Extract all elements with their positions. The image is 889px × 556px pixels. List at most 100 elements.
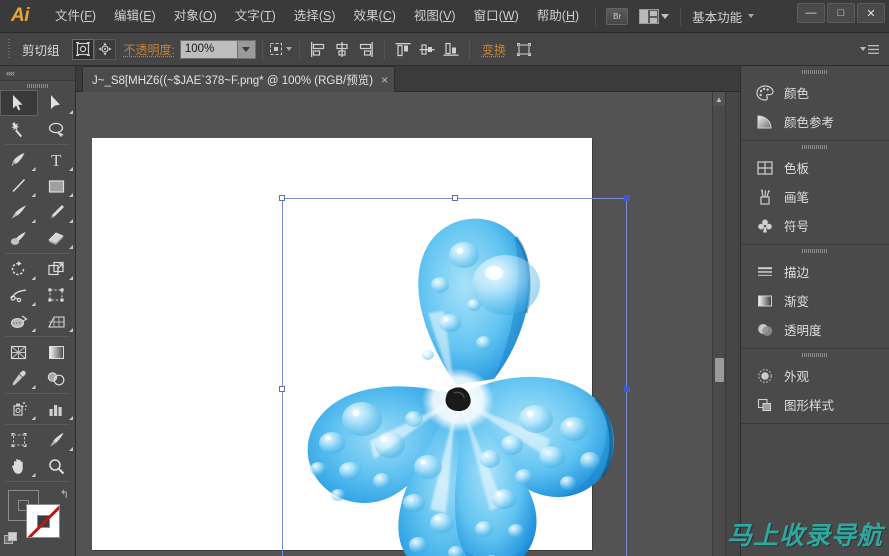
shape-builder-tool[interactable] <box>0 308 38 334</box>
opacity-input[interactable]: 100% <box>179 39 238 59</box>
canvas-area[interactable]: ▲ <box>76 92 725 556</box>
panel-button-brushes[interactable]: 画笔 <box>741 182 889 211</box>
panel-button-color-guide[interactable]: 颜色参考 <box>741 107 889 136</box>
magic-wand-tool[interactable] <box>0 116 38 142</box>
align-to-dropdown[interactable] <box>269 38 293 60</box>
perspective-grid-tool[interactable] <box>38 308 76 334</box>
slice-tool[interactable] <box>38 427 76 453</box>
workspace-chevron-down-icon[interactable] <box>748 14 755 18</box>
selection-handle-top-center[interactable] <box>451 195 458 201</box>
opacity-label[interactable]: 不透明度: <box>124 41 175 58</box>
selection-handle-middle-right[interactable] <box>624 386 630 392</box>
default-fill-stroke-button[interactable] <box>4 532 19 547</box>
panel-dock: 颜色 颜色参考 色板 画笔 符号 描边 渐变 透明度 外观 图形样式 <box>740 66 889 556</box>
maximize-button[interactable]: □ <box>827 3 855 23</box>
blob-brush-tool[interactable] <box>0 225 38 251</box>
line-segment-tool[interactable] <box>0 173 38 199</box>
eyedropper-tool[interactable] <box>0 365 38 391</box>
opacity-dropdown-button[interactable] <box>237 39 256 59</box>
column-graph-icon <box>49 404 62 416</box>
graphic-styles-icon <box>755 396 775 414</box>
free-transform-tool[interactable] <box>38 282 76 308</box>
lasso-tool[interactable] <box>38 116 76 142</box>
panel-button-appearance[interactable]: 外观 <box>741 361 889 390</box>
pen-tool[interactable] <box>0 147 38 173</box>
mesh-tool[interactable] <box>0 339 38 365</box>
artboard-tool[interactable] <box>0 427 38 453</box>
menu-file[interactable]: 文件(F) <box>46 5 105 28</box>
bridge-button[interactable]: Br <box>606 7 629 25</box>
control-panel-menu-button[interactable] <box>860 44 879 55</box>
toolbox-collapse-button[interactable]: «« <box>0 66 75 81</box>
menu-help[interactable]: 帮助(H) <box>528 5 588 28</box>
menu-effect[interactable]: 效果(C) <box>345 5 405 28</box>
edit-contents-button[interactable] <box>93 38 116 60</box>
selection-handle-middle-left[interactable] <box>279 386 285 392</box>
menu-window-mnemonic: W <box>502 8 515 23</box>
fill-swatch[interactable] <box>26 504 60 538</box>
blend-tool[interactable] <box>38 365 76 391</box>
document-tab[interactable]: J~_S8[MHZ6((~$JAE`378~F.png* @ 100% (RGB… <box>82 66 396 92</box>
panel-button-symbols[interactable]: 符号 <box>741 211 889 240</box>
paintbrush-tool[interactable] <box>0 199 38 225</box>
transform-button[interactable]: 变换 <box>476 39 512 60</box>
symbol-sprayer-tool[interactable] <box>0 396 38 422</box>
control-panel-grip[interactable] <box>8 38 14 60</box>
free-transform-button[interactable] <box>512 38 536 60</box>
menu-select[interactable]: 选择(S) <box>285 5 345 28</box>
direct-selection-tool[interactable] <box>38 90 76 116</box>
menu-view[interactable]: 视图(V) <box>405 5 465 28</box>
panel-button-gradient[interactable]: 渐变 <box>741 286 889 315</box>
align-bottom-button[interactable] <box>439 38 463 60</box>
dock-group-swatches-grip[interactable] <box>741 141 889 153</box>
rectangle-tool[interactable] <box>38 173 76 199</box>
align-center-vertical-button[interactable] <box>415 38 439 60</box>
transparency-icon <box>755 321 775 339</box>
menu-object[interactable]: 对象(O) <box>165 5 226 28</box>
dock-group-appearance-grip[interactable] <box>741 349 889 361</box>
dock-group-color-grip[interactable] <box>741 66 889 78</box>
pencil-icon <box>50 205 64 219</box>
type-tool[interactable]: T <box>38 147 76 173</box>
align-left-button[interactable] <box>306 38 330 60</box>
menu-type[interactable]: 文字(T) <box>226 5 285 28</box>
arrange-documents-button[interactable] <box>635 8 673 24</box>
artboard[interactable] <box>92 138 630 556</box>
width-tool[interactable] <box>0 282 38 308</box>
rotate-tool[interactable] <box>0 256 38 282</box>
gradient-tool[interactable] <box>38 339 76 365</box>
menu-edit[interactable]: 编辑(E) <box>105 5 165 28</box>
isolate-selected-object-button[interactable] <box>71 38 94 60</box>
panel-button-color[interactable]: 颜色 <box>741 78 889 107</box>
panel-button-swatches[interactable]: 色板 <box>741 153 889 182</box>
menu-window[interactable]: 窗口(W) <box>465 5 528 28</box>
document-tab-close-icon[interactable]: × <box>381 74 388 86</box>
minimize-button[interactable]: — <box>797 3 825 23</box>
close-button[interactable]: ✕ <box>857 3 885 23</box>
align-top-button[interactable] <box>391 38 415 60</box>
zoom-tool[interactable] <box>38 453 76 479</box>
scale-tool[interactable] <box>38 256 76 282</box>
align-center-horizontal-icon <box>336 41 348 57</box>
app-logo-icon: Ai <box>11 5 30 26</box>
eraser-tool[interactable] <box>38 225 76 251</box>
workspace-switcher-label[interactable]: 基本功能 <box>692 7 742 26</box>
selection-handle-top-right[interactable] <box>624 195 630 201</box>
pencil-tool[interactable] <box>38 199 76 225</box>
scrollbar-thumb[interactable] <box>715 358 724 382</box>
toolbox-grip[interactable] <box>0 81 75 90</box>
mesh-icon <box>11 345 27 359</box>
panel-button-transparency[interactable]: 透明度 <box>741 315 889 344</box>
panel-button-graphic-styles[interactable]: 图形样式 <box>741 390 889 419</box>
hand-tool[interactable] <box>0 453 38 479</box>
align-right-button[interactable] <box>354 38 378 60</box>
dock-group-stroke-grip[interactable] <box>741 245 889 257</box>
selection-tool[interactable] <box>0 90 38 116</box>
column-graph-tool[interactable] <box>38 396 76 422</box>
scroll-up-arrow-icon[interactable]: ▲ <box>713 92 725 106</box>
align-center-horizontal-button[interactable] <box>330 38 354 60</box>
selection-handle-top-left[interactable] <box>279 195 285 201</box>
canvas-vertical-scrollbar[interactable]: ▲ <box>712 92 725 556</box>
panel-button-stroke[interactable]: 描边 <box>741 257 889 286</box>
swap-fill-stroke-icon[interactable]: ↰ <box>60 488 69 501</box>
